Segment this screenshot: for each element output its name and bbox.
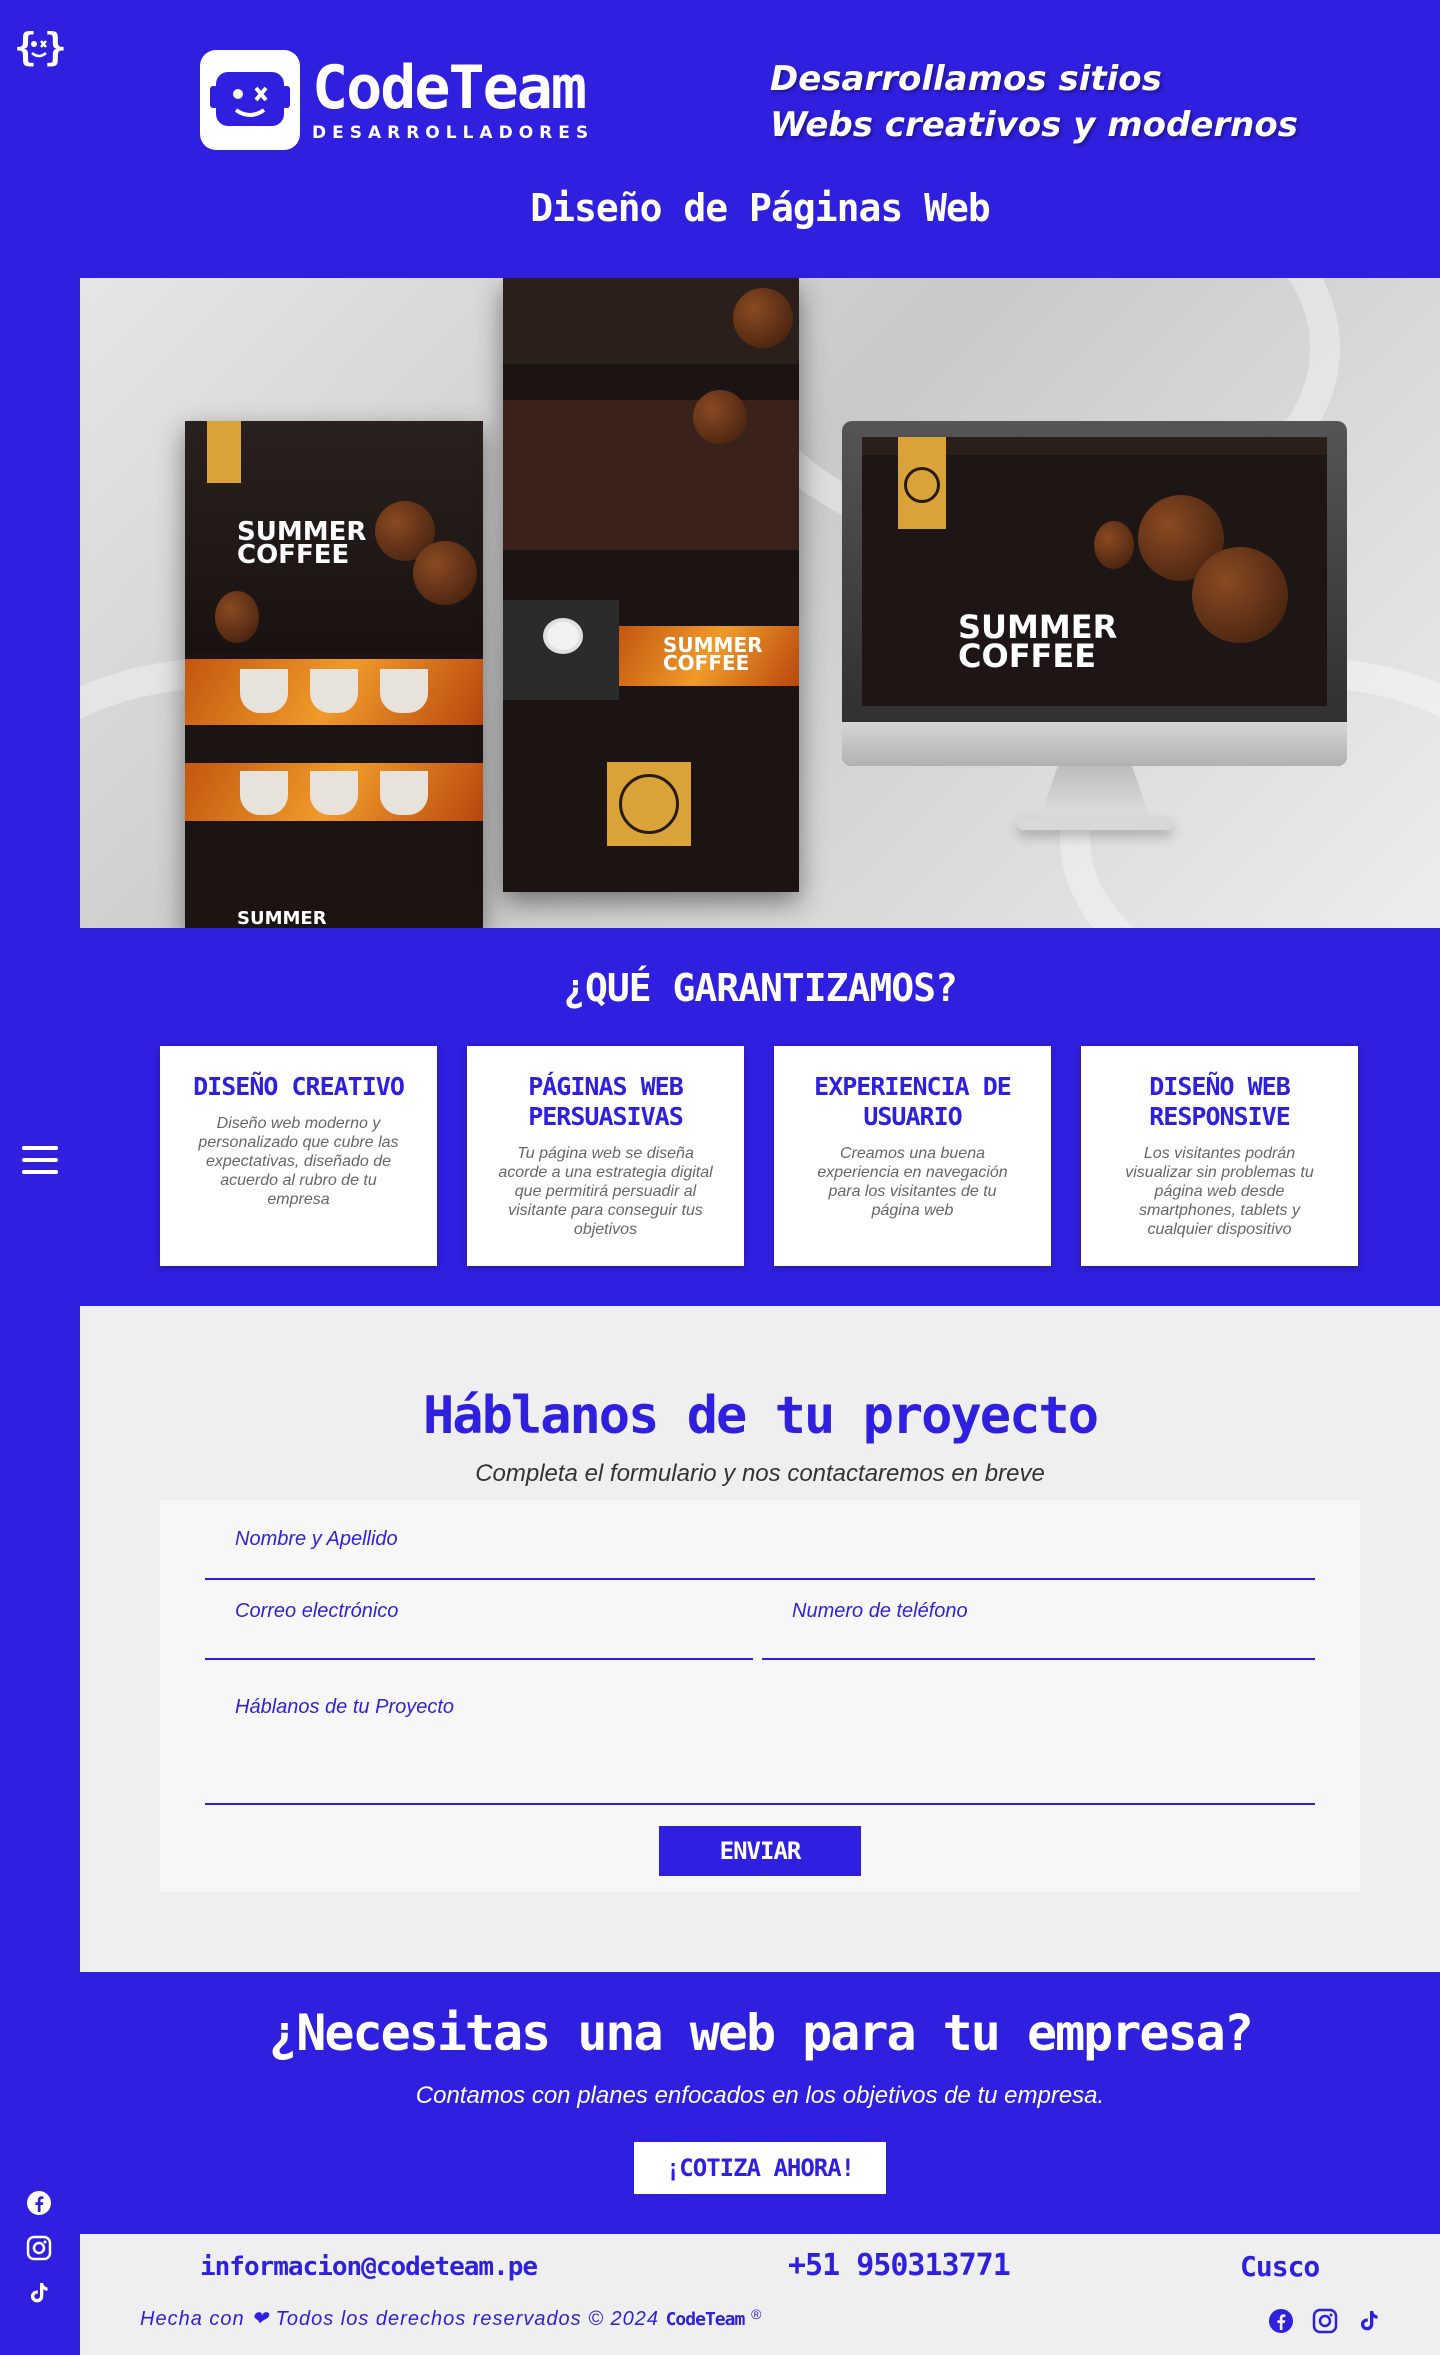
guarantees-cards: DISEÑO CREATIVO Diseño web moderno y per…	[160, 1046, 1360, 1266]
tagline-line-2: Webs creativos y modernos	[770, 105, 1298, 145]
card-user-experience: EXPERIENCIA DE USUARIO Creamos una buena…	[774, 1046, 1051, 1266]
project-textarea[interactable]: Háblanos de tu Proyecto	[205, 1660, 1315, 1805]
copyright-text: Hecha con ❤ Todos los derechos reservado…	[140, 2308, 660, 2330]
footer-phone-link[interactable]: +51 950313771	[788, 2248, 1011, 2283]
cta-subtitle: Contamos con planes enfocados en los obj…	[415, 2082, 1105, 2109]
mockup-title-monitor: SUMMER COFFEE	[958, 608, 1118, 675]
card-title: DISEÑO CREATIVO	[193, 1072, 405, 1101]
tiktok-icon[interactable]	[24, 2278, 54, 2308]
card-creative-design: DISEÑO CREATIVO Diseño web moderno y per…	[160, 1046, 437, 1266]
tagline-line-1: Desarrollamos sitios	[770, 59, 1162, 99]
mockup-footer-word: SUMMER	[237, 908, 327, 928]
card-responsive-design: DISEÑO WEB RESPONSIVE Los visitantes pod…	[1081, 1046, 1358, 1266]
brand-name: CodeTeam	[312, 53, 587, 123]
brand-subtitle: DESARROLLADORES	[312, 123, 595, 143]
card-title: EXPERIENCIA DE USUARIO	[814, 1072, 1012, 1131]
mockup-title-b: SUMMER COFFEE	[663, 633, 763, 675]
mockup-page-left: SUMMER COFFEE SUMMER	[185, 421, 483, 928]
code-face-icon	[200, 50, 300, 150]
hero-mockup-image: SUMMER COFFEE SUMMER SUMMER COFFEE SUMME…	[80, 278, 1440, 928]
site-footer: informacion@codeteam.pe +51 950313771 Cu…	[80, 2234, 1440, 2355]
registered-mark: ®	[750, 2306, 763, 2322]
footer-facebook-icon[interactable]	[1266, 2306, 1296, 2336]
mockup-page-center: SUMMER COFFEE	[503, 278, 799, 892]
card-title: PÁGINAS WEB PERSUASIVAS	[528, 1072, 684, 1131]
svg-text:{: {	[14, 26, 37, 69]
contact-form: Nombre y Apellido Correo electrónico Num…	[160, 1500, 1360, 1892]
brand-logo[interactable]: CodeTeam DESARROLLADORES	[200, 50, 594, 150]
send-button[interactable]: ENVIAR	[659, 1826, 861, 1876]
guarantees-title: ¿QUÉ GARANTIZAMOS?	[563, 966, 958, 1010]
contact-subtitle: Completa el formulario y nos contactarem…	[475, 1460, 1045, 1487]
mockup-monitor: SUMMER COFFEE	[842, 421, 1347, 766]
svg-text:}: }	[44, 26, 64, 69]
card-text: Diseño web moderno y personalizado que c…	[198, 1115, 399, 1208]
name-field[interactable]: Nombre y Apellido	[205, 1500, 1315, 1580]
card-text: Los visitantes podrán visualizar sin pro…	[1125, 1145, 1314, 1238]
hamburger-menu-icon[interactable]	[22, 1146, 58, 1178]
sidebar-logo-icon[interactable]: { }	[14, 25, 67, 70]
footer-email-link[interactable]: informacion@codeteam.pe	[200, 2252, 538, 2282]
email-field[interactable]: Correo electrónico	[205, 1580, 753, 1660]
phone-field[interactable]: Numero de teléfono	[762, 1580, 1315, 1660]
card-text: Creamos una buena experiencia en navegac…	[817, 1145, 1008, 1219]
contact-section: Háblanos de tu proyecto Completa el form…	[80, 1306, 1440, 1972]
contact-title: Háblanos de tu proyecto	[422, 1386, 1099, 1446]
phone-label: Numero de teléfono	[792, 1600, 968, 1622]
email-label: Correo electrónico	[235, 1600, 399, 1622]
mockup-title-a: SUMMER COFFEE	[237, 517, 367, 571]
footer-brand: CodeTeam	[665, 2309, 746, 2330]
card-persuasive-pages: PÁGINAS WEB PERSUASIVAS Tu página web se…	[467, 1046, 744, 1266]
name-label: Nombre y Apellido	[235, 1528, 398, 1550]
quote-now-button[interactable]: ¡COTIZA AHORA!	[634, 2142, 886, 2194]
card-title: DISEÑO WEB RESPONSIVE	[1149, 1072, 1291, 1131]
project-label: Háblanos de tu Proyecto	[235, 1696, 455, 1718]
footer-city: Cusco	[1240, 2250, 1320, 2283]
footer-copyright: Hecha con ❤ Todos los derechos reservado…	[140, 2306, 762, 2331]
facebook-icon[interactable]	[24, 2188, 54, 2218]
cta-title: ¿Necesitas una web para tu empresa?	[268, 2004, 1254, 2062]
instagram-icon[interactable]	[24, 2233, 54, 2263]
card-text: Tu página web se diseña acorde a una est…	[498, 1145, 713, 1238]
section-title: Diseño de Páginas Web	[530, 186, 990, 230]
footer-instagram-icon[interactable]	[1310, 2306, 1340, 2336]
header-tagline: Desarrollamos sitios Webs creativos y mo…	[770, 56, 1298, 148]
site-header: CodeTeam DESARROLLADORES Desarrollamos s…	[80, 0, 1440, 278]
footer-tiktok-icon[interactable]	[1354, 2306, 1384, 2336]
